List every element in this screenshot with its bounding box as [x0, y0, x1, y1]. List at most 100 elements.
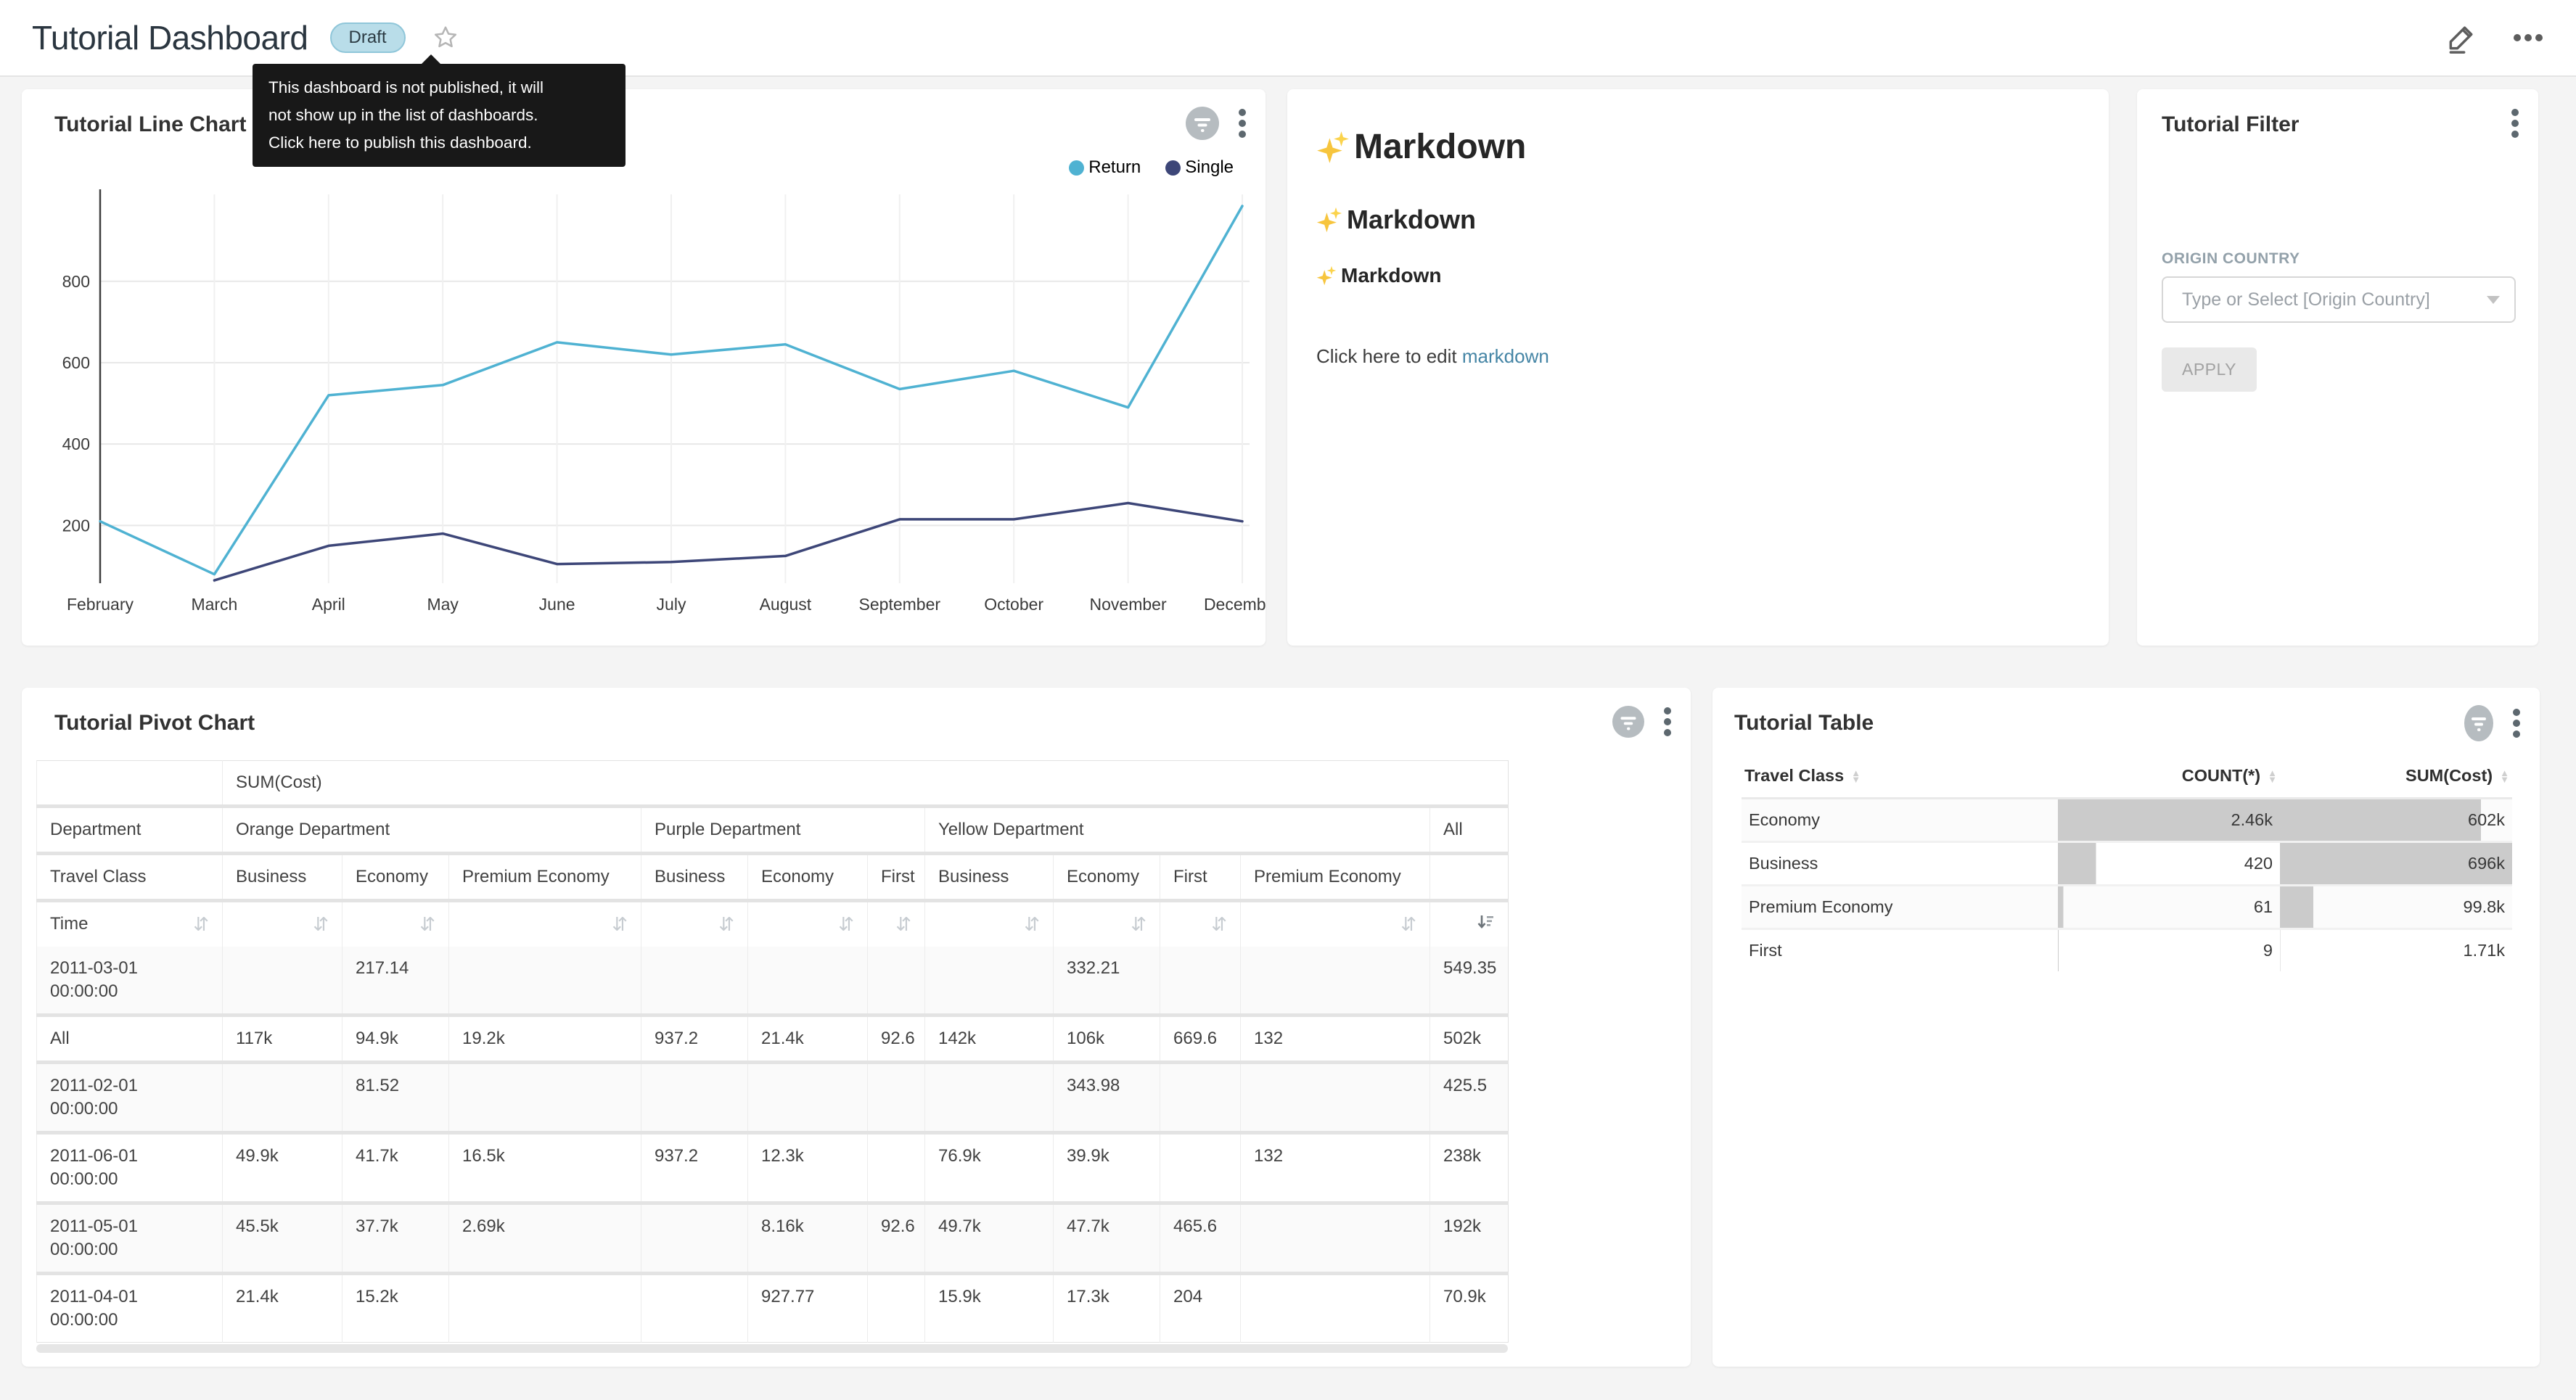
pivot-cell: 549.35 [1430, 947, 1509, 1016]
pivot-row-label: All [37, 1016, 223, 1063]
table-kebab-icon[interactable] [2512, 707, 2521, 740]
pivot-cell: 76.9k [925, 1133, 1054, 1203]
pivot-cell [925, 947, 1054, 1016]
legend-item-single[interactable]: Single [1165, 157, 1234, 178]
svg-text:February: February [67, 595, 134, 614]
cell-count: 420 [2058, 842, 2280, 886]
column-header-sum-cost-[interactable]: SUM(Cost)▲▼ [2280, 754, 2512, 799]
pivot-cell: 92.6 [868, 1016, 925, 1063]
sort-icon[interactable]: ⇵ [1400, 913, 1416, 936]
pivot-class-header: Economy [1054, 854, 1160, 901]
pivot-department-label: Department [37, 807, 223, 854]
chevron-down-icon [2487, 296, 2500, 304]
pivot-group-header: All [1430, 807, 1509, 854]
tooltip-line: not show up in the list of dashboards. [268, 102, 610, 129]
apply-button[interactable]: APPLY [2162, 347, 2257, 392]
pivot-cell [1160, 947, 1241, 1016]
pivot-cell: 192k [1430, 1203, 1509, 1274]
pivot-cell: 81.52 [342, 1063, 449, 1133]
pivot-cell [641, 1203, 748, 1274]
pivot-cell: 2.69k [449, 1203, 641, 1274]
cell-travel-class: First [1742, 929, 2058, 972]
table-filter-icon[interactable] [2464, 705, 2493, 741]
pivot-cell: 132 [1241, 1133, 1430, 1203]
pivot-row-label: 2011-06-01 00:00:00 [37, 1133, 223, 1203]
cell-sum: 99.8k [2280, 886, 2512, 929]
pivot-cell: 47.7k [1054, 1203, 1160, 1274]
pivot-sort-cell: ⇵ [925, 901, 1054, 947]
pivot-cell [641, 1063, 748, 1133]
pivot-cell: 937.2 [641, 1133, 748, 1203]
markdown-h3: Markdown [1316, 264, 2080, 287]
column-header-travel-class[interactable]: Travel Class▲▼ [1742, 754, 2058, 799]
sort-carets-icon[interactable]: ▲▼ [2500, 770, 2509, 783]
pivot-class-header [1430, 854, 1509, 901]
sort-icon[interactable]: ⇵ [419, 913, 435, 936]
more-menu-icon[interactable] [2512, 33, 2544, 43]
origin-country-select[interactable]: Type or Select [Origin Country] [2162, 276, 2516, 323]
pivot-sort-row: Time⇵⇵⇵⇵⇵⇵⇵⇵⇵⇵⇵ [37, 901, 1509, 947]
table-card: Tutorial Table Travel Class▲▼COUNT(*)▲▼S… [1712, 688, 2540, 1367]
pivot-kebab-icon[interactable] [1663, 705, 1672, 738]
pivot-cell: 425.5 [1430, 1063, 1509, 1133]
pivot-class-header: Business [223, 854, 342, 901]
filter-card: Tutorial Filter ORIGIN COUNTRY Type or S… [2137, 89, 2538, 646]
pivot-cell [1160, 1133, 1241, 1203]
cell-sum: 602k [2280, 799, 2512, 842]
cell-count: 61 [2058, 886, 2280, 929]
svg-text:May: May [427, 595, 459, 614]
sparkles-icon [1316, 131, 1350, 164]
pivot-cell: 132 [1241, 1016, 1430, 1063]
pivot-cell: 15.9k [925, 1274, 1054, 1343]
legend-item-return[interactable]: Return [1069, 157, 1141, 178]
pivot-filter-icon[interactable] [1612, 706, 1644, 738]
svg-text:200: 200 [62, 516, 90, 535]
pivot-cell: 217.14 [342, 947, 449, 1016]
edit-pencil-icon[interactable] [2445, 22, 2477, 54]
status-badge[interactable]: Draft [330, 22, 406, 53]
svg-text:December: December [1204, 595, 1266, 614]
sort-icon[interactable]: ⇵ [895, 913, 911, 936]
markdown-paragraph: Click here to edit markdown [1316, 345, 2080, 368]
pivot-cell [641, 947, 748, 1016]
sort-icon[interactable]: ⇵ [718, 913, 734, 936]
sort-icon[interactable]: ⇵ [1211, 913, 1227, 936]
favorite-star-icon[interactable] [432, 24, 459, 52]
svg-text:June: June [539, 595, 575, 614]
cell-travel-class: Premium Economy [1742, 886, 2058, 929]
pivot-sort-cell: ⇵ [1160, 901, 1241, 947]
sort-icon[interactable]: ⇵ [193, 913, 209, 936]
filter-kebab-icon[interactable] [2511, 107, 2519, 140]
tooltip-line: Click here to publish this dashboard. [268, 129, 610, 157]
pivot-cell [748, 1063, 868, 1133]
pivot-data-row: 2011-06-01 00:00:0049.9k41.7k16.5k937.21… [37, 1133, 1509, 1203]
sort-carets-icon[interactable]: ▲▼ [1851, 770, 1861, 783]
sort-icon[interactable]: ⇵ [1024, 913, 1040, 936]
sort-icon[interactable]: ⇵ [612, 913, 628, 936]
pivot-cell [1241, 1274, 1430, 1343]
origin-country-label: ORIGIN COUNTRY [2162, 250, 2300, 268]
sort-icon[interactable]: ⇵ [1131, 913, 1147, 936]
pivot-row-label: 2011-02-01 00:00:00 [37, 1063, 223, 1133]
pivot-cell [449, 1274, 641, 1343]
markdown-edit-link[interactable]: markdown [1462, 345, 1549, 367]
pivot-sort-cell: ⇵ [449, 901, 641, 947]
sort-icon[interactable]: ⇵ [313, 913, 329, 936]
pivot-data-row: 2011-03-01 00:00:00217.14332.21549.35 [37, 947, 1509, 1016]
sort-icon[interactable]: ⇵ [838, 913, 854, 936]
pivot-sort-cell: ⇵ [1054, 901, 1160, 947]
pivot-row-label: 2011-03-01 00:00:00 [37, 947, 223, 1016]
table-row: Economy2.46k602k [1742, 799, 2512, 842]
pivot-cell: 15.2k [342, 1274, 449, 1343]
pivot-cell: 937.2 [641, 1016, 748, 1063]
pivot-sort-cell: ⇵ [223, 901, 342, 947]
sort-desc-icon[interactable] [1476, 913, 1495, 936]
horizontal-scrollbar[interactable] [36, 1344, 1508, 1353]
pivot-cell: 238k [1430, 1133, 1509, 1203]
sort-carets-icon[interactable]: ▲▼ [2268, 770, 2277, 783]
pivot-cell: 49.9k [223, 1133, 342, 1203]
markdown-card[interactable]: Markdown Markdown Markdown Click here to… [1287, 89, 2109, 646]
pivot-cell [1160, 1063, 1241, 1133]
column-header-count-[interactable]: COUNT(*)▲▼ [2058, 754, 2280, 799]
draft-tooltip[interactable]: This dashboard is not published, it will… [253, 64, 625, 167]
